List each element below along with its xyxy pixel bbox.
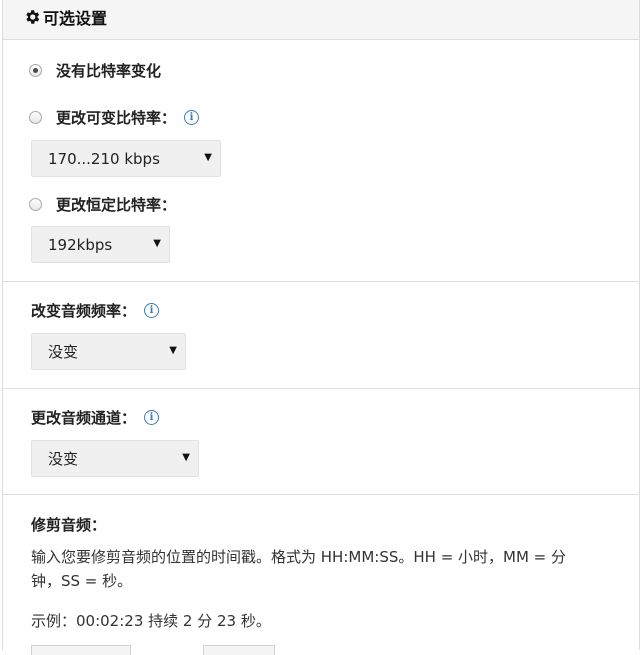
- channels-label-text: 更改音频通道：: [31, 409, 137, 427]
- sample-rate-select[interactable]: 没变 ▼: [31, 333, 186, 370]
- radio-button[interactable]: [29, 198, 42, 211]
- radio-variable-bitrate[interactable]: 更改可变比特率： i: [29, 107, 200, 128]
- panel-title-text: 可选设置: [43, 9, 108, 28]
- caret-down-icon: ▼: [204, 152, 212, 163]
- trim-label-text: 修剪音频：: [31, 516, 107, 534]
- caret-down-icon: ▼: [153, 238, 161, 249]
- info-icon[interactable]: i: [144, 410, 160, 425]
- channels-label: 更改音频通道： i: [31, 407, 160, 428]
- sample-rate-label-text: 改变音频频率：: [31, 302, 137, 320]
- select-value: 没变: [48, 450, 79, 468]
- trim-end-input[interactable]: [203, 645, 275, 655]
- select-value: 192kbps: [48, 235, 113, 254]
- radio-label: 更改可变比特率：: [56, 109, 177, 127]
- panel-header: 可选设置: [3, 0, 639, 40]
- trim-description-cont: 钟，SS = 秒。: [31, 572, 133, 590]
- gear-icon: [26, 10, 40, 24]
- info-icon[interactable]: i: [144, 303, 160, 318]
- radio-no-bitrate-change[interactable]: 没有比特率变化: [29, 60, 161, 81]
- divider: [3, 281, 639, 282]
- trim-label: 修剪音频：: [31, 514, 106, 535]
- variable-bitrate-select[interactable]: 170...210 kbps ▼: [31, 140, 221, 177]
- radio-constant-bitrate[interactable]: 更改恒定比特率：: [29, 194, 176, 215]
- caret-down-icon: ▼: [182, 452, 190, 463]
- trim-example: 示例：00:02:23 持续 2 分 23 秒。: [31, 612, 271, 630]
- channels-select[interactable]: 没变 ▼: [31, 440, 199, 477]
- radio-label: 没有比特率变化: [56, 62, 162, 80]
- sample-rate-label: 改变音频频率： i: [31, 300, 160, 321]
- caret-down-icon: ▼: [169, 345, 177, 356]
- optional-settings-panel: 可选设置 没有比特率变化 更改可变比特率： i 170...210 kbps ▼…: [2, 0, 640, 655]
- radio-button[interactable]: [29, 111, 42, 124]
- radio-button[interactable]: [29, 64, 42, 77]
- select-value: 没变: [48, 343, 79, 361]
- constant-bitrate-select[interactable]: 192kbps ▼: [31, 226, 170, 263]
- select-value: 170...210 kbps: [48, 149, 160, 168]
- panel-title: 可选设置: [23, 5, 107, 29]
- radio-label: 更改恒定比特率：: [56, 196, 177, 214]
- trim-start-input[interactable]: [31, 645, 131, 655]
- trim-description: 输入您要修剪音频的位置的时间戳。格式为 HH:MM:SS。HH = 小时，MM …: [31, 548, 567, 566]
- divider: [3, 494, 639, 495]
- divider: [3, 388, 639, 389]
- info-icon[interactable]: i: [184, 110, 200, 125]
